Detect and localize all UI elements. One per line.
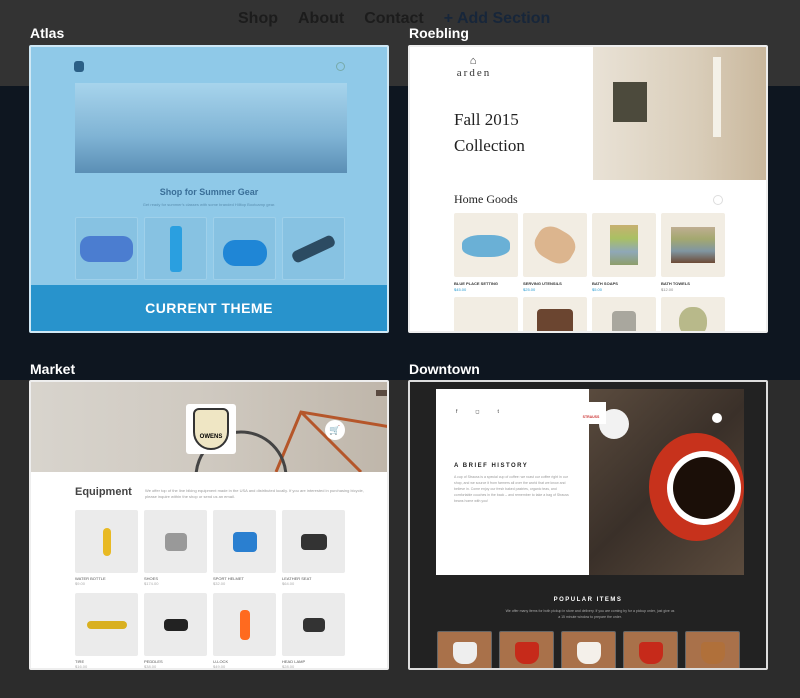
atlas-heading: Shop for Summer Gear [159, 187, 259, 197]
facebook-icon: f [456, 409, 458, 415]
theme-label-atlas: Atlas [30, 25, 65, 41]
strauss-logo: STRAUSS [576, 402, 606, 424]
popular-item-image [623, 631, 678, 668]
owens-logo: OWENS [186, 404, 236, 454]
product-kettlebells [213, 217, 276, 280]
product-price: $38.00 [144, 664, 157, 669]
product-name: Serving Utensils [523, 281, 562, 286]
product-name: Blue Place Setting [454, 281, 499, 286]
theme-card-atlas[interactable]: Shop for Summer Gear Get ready for summe… [29, 45, 389, 333]
product-image [523, 213, 587, 277]
product-price: $45.00 [454, 287, 467, 292]
product-image [282, 593, 345, 656]
product-image [213, 593, 276, 656]
theme-label-market: Market [30, 361, 76, 377]
product-bottle [144, 217, 207, 280]
product-image [282, 510, 345, 573]
downtown-body: A cup of Strauss is a special cup of cof… [454, 475, 569, 503]
popular-item-image [685, 631, 740, 668]
cart-icon: 🛒 [325, 420, 345, 440]
atlas-hero-image [75, 83, 347, 173]
social-icons: f ◻ t [456, 409, 499, 415]
twitter-icon: t [497, 409, 499, 415]
product-price: $174.00 [144, 581, 159, 586]
background-nav: Shop About Contact + Add Section [238, 10, 550, 28]
roebling-logo: ⌂ arden [456, 55, 492, 79]
product-jump-rope [282, 217, 345, 280]
product-price: $5.00 [592, 287, 603, 292]
product-image [454, 297, 518, 331]
cart-icon [712, 413, 722, 423]
product-price: $64.00 [282, 581, 295, 586]
cart-icon [336, 62, 345, 71]
product-image [75, 593, 138, 656]
product-price: $12.00 [661, 287, 674, 292]
product-image [213, 510, 276, 573]
coffee-image [589, 389, 744, 575]
product-price: $28.00 [282, 664, 295, 669]
roebling-section-title: Home Goods [454, 192, 518, 206]
current-theme-badge: CURRENT THEME [31, 285, 387, 331]
market-section-title: Equipment [75, 486, 132, 498]
product-image [454, 213, 518, 277]
theme-label-roebling: Roebling [409, 25, 469, 41]
nav-shop: Shop [238, 10, 278, 27]
atlas-subtitle: Get ready for summer's classes with some… [142, 202, 276, 207]
product-price: $9.00 [75, 581, 86, 586]
product-image [592, 213, 656, 277]
product-image [523, 297, 587, 331]
instagram-icon: ◻ [475, 409, 480, 415]
product-price: $16.00 [75, 664, 88, 669]
popular-item-image [437, 631, 492, 668]
market-description: We offer top of the line biking equipmen… [145, 488, 364, 499]
popular-items-text: We offer many items for both pickup in s… [505, 609, 675, 619]
product-image [661, 213, 725, 277]
market-hero-image: OWENS 🛒 [31, 382, 387, 472]
product-image [75, 510, 138, 573]
roebling-headline: Fall 2015 Collection [454, 110, 525, 155]
downtown-heading: A BRIEF HISTORY [454, 463, 529, 469]
downtown-hero: f ◻ t A BRIEF HISTORY A cup of Strauss is … [436, 389, 744, 575]
product-yoga-mat [75, 217, 138, 280]
nav-about: About [298, 10, 345, 27]
popular-item-image [499, 631, 554, 668]
product-image [661, 297, 725, 331]
product-image [592, 297, 656, 331]
product-name: Bath Towels [661, 281, 690, 286]
roebling-hero-image [593, 47, 766, 180]
product-price: $32.00 [213, 581, 226, 586]
product-image [144, 593, 207, 656]
theme-card-market[interactable]: OWENS 🛒 Equipment We offer top of the li… [29, 380, 389, 670]
theme-label-downtown: Downtown [409, 361, 480, 377]
product-price: $49.00 [213, 664, 226, 669]
product-price: $25.00 [523, 287, 536, 292]
product-name: Bath Soaps [592, 281, 618, 286]
popular-item-image [561, 631, 616, 668]
product-image [144, 510, 207, 573]
cart-icon [713, 195, 723, 205]
popular-items-title: POPULAR ITEMS [553, 597, 623, 603]
theme-card-roebling[interactable]: ⌂ arden Fall 2015 Collection Home Goods Bl… [408, 45, 768, 333]
theme-card-downtown[interactable]: f ◻ t A BRIEF HISTORY A cup of Strauss is … [408, 380, 768, 670]
atlas-logo-icon [74, 61, 84, 72]
